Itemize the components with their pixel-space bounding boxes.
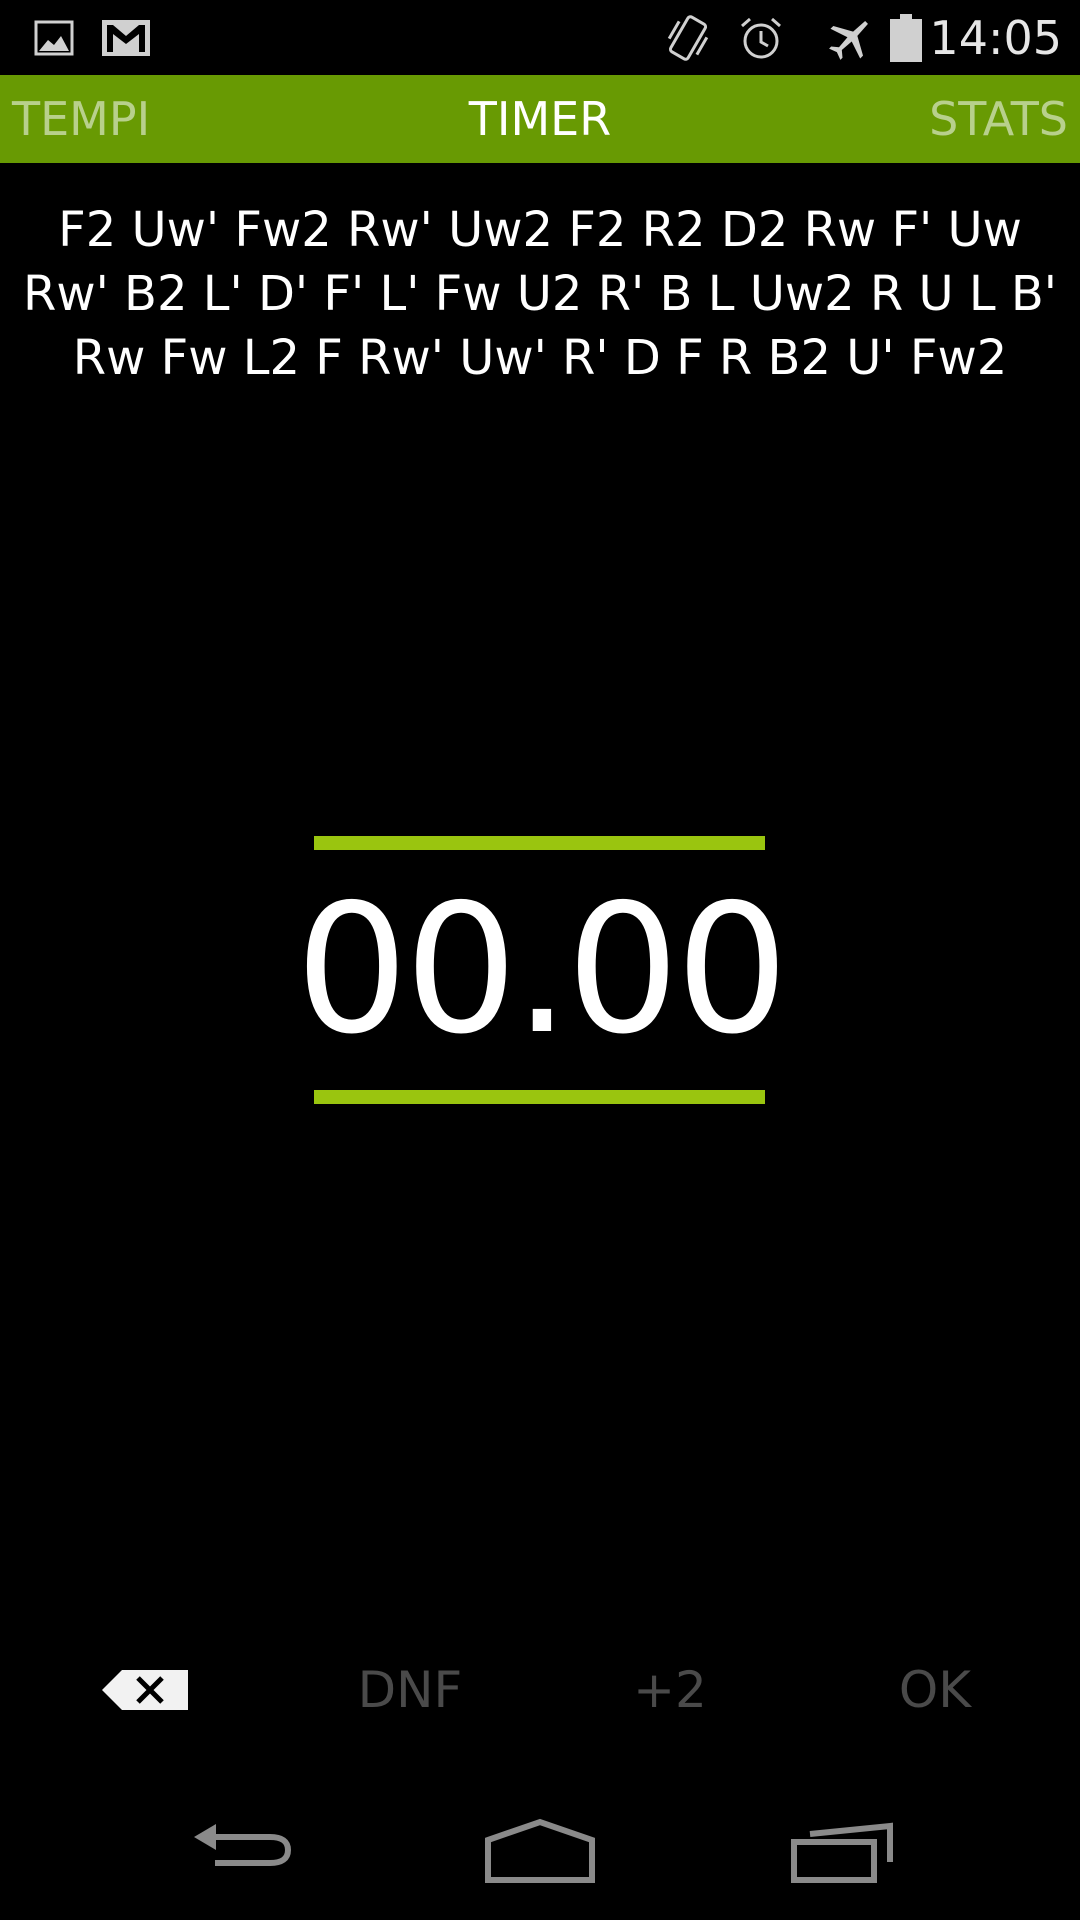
home-button[interactable] [470,1800,610,1900]
airplane-mode-icon [829,21,868,60]
ok-button[interactable]: OK [870,1640,1000,1740]
tab-timer[interactable]: TIMER [0,75,1080,163]
delete-button[interactable] [100,1640,192,1740]
gmail-icon [102,20,150,56]
recent-apps-button[interactable] [772,1800,912,1900]
dnf-button[interactable]: DNF [330,1640,490,1740]
status-bar: 14:05 [0,0,1080,75]
gallery-icon [34,20,74,56]
back-button[interactable] [170,1800,310,1900]
timer-top-line [314,836,765,850]
recent-apps-icon [791,1822,893,1883]
timer-display[interactable]: 00.00 [0,870,1080,1070]
plus-two-button[interactable]: +2 [600,1640,740,1740]
tab-tempi[interactable]: TEMPI [12,75,150,163]
penalty-action-row: DNF +2 OK [0,1640,1080,1740]
vibrate-icon [667,15,709,61]
timer-bottom-line [314,1090,765,1104]
back-icon [194,1824,292,1866]
backspace-icon [102,1670,188,1710]
status-time: 14:05 [929,11,1062,65]
navigation-bar [0,1780,1080,1920]
tab-bar: TIMER TEMPI STATS [0,75,1080,163]
tab-stats[interactable]: STATS [929,75,1068,163]
scramble-text: F2 Uw' Fw2 Rw' Uw2 F2 R2 D2 Rw F' Uw Rw'… [22,202,1057,386]
battery-icon [890,14,922,62]
alarm-icon [741,17,781,59]
home-icon [485,1818,595,1883]
